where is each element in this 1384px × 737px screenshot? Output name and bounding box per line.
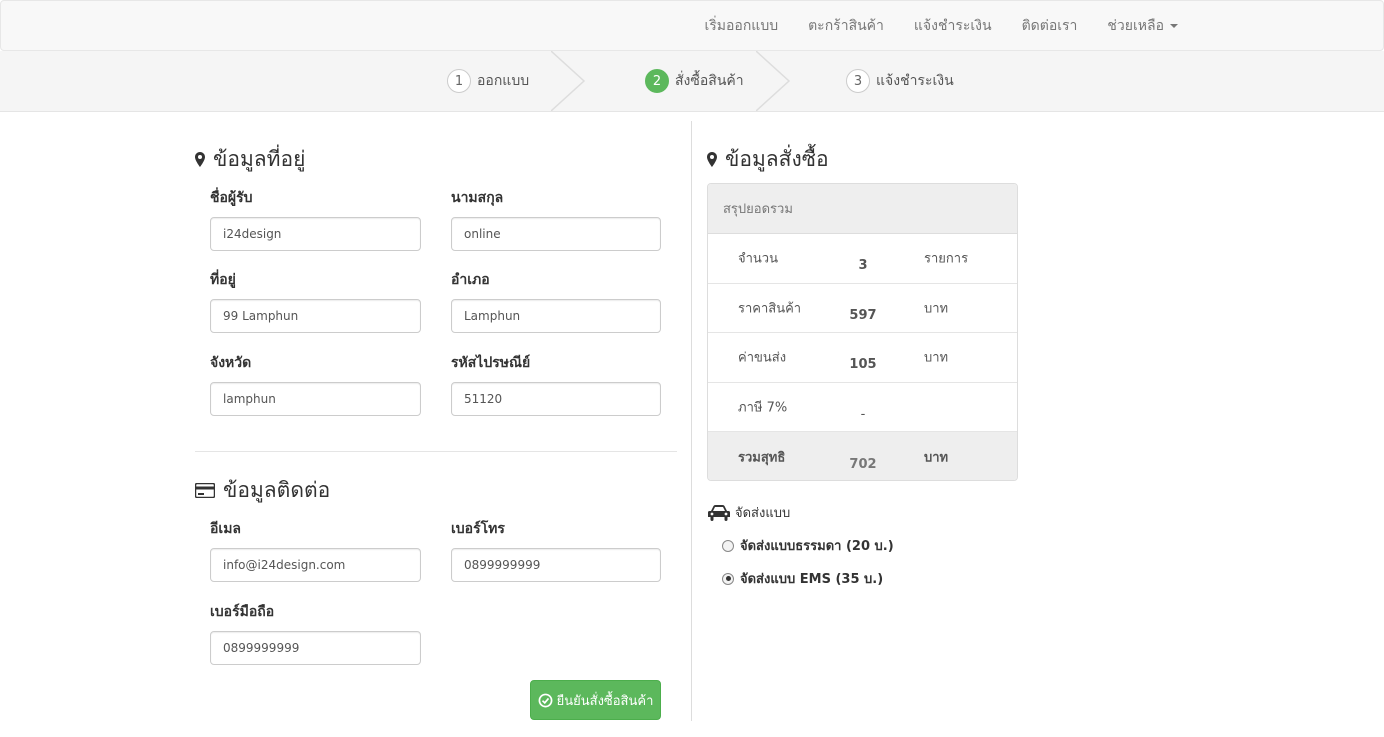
map-marker-icon xyxy=(707,152,717,167)
address-title-text: ข้อมูลที่อยู่ xyxy=(213,147,306,171)
contact-section-title: ข้อมูลติดต่อ xyxy=(195,474,330,507)
car-icon xyxy=(708,504,730,521)
checkout-steps: 1 ออกแบบ 2 สั่งซื้อสินค้า 3 แจ้งชำระเงิน xyxy=(0,51,1384,112)
radio-button[interactable] xyxy=(722,572,734,585)
row-label: จำนวน xyxy=(738,251,778,267)
step-number: 1 xyxy=(447,69,471,93)
mobile-label: เบอร์มือถือ xyxy=(210,604,275,620)
step-number: 3 xyxy=(846,69,870,93)
step-payment[interactable]: 3 แจ้งชำระเงิน xyxy=(846,51,954,111)
nav-start-design[interactable]: เริ่มออกแบบ xyxy=(704,15,778,37)
row-value: 702 xyxy=(849,457,877,473)
nav-help-dropdown[interactable]: ช่วยเหลือ xyxy=(1107,15,1178,37)
confirm-button-label: ยืนยันสั่งซื้อสินค้า xyxy=(556,693,654,709)
row-value: 105 xyxy=(849,357,877,373)
nav-contact[interactable]: ติดต่อเรา xyxy=(1022,15,1078,37)
address-section-title: ข้อมูลที่อยู่ xyxy=(195,143,305,176)
summary-header: สรุปยอดรวม xyxy=(708,184,1017,234)
top-navbar: เริ่มออกแบบ ตะกร้าสินค้า แจ้งชำระเงิน ติ… xyxy=(0,0,1384,51)
row-label: รวมสุทธิ xyxy=(738,450,786,466)
first-name-field[interactable]: i24design xyxy=(210,217,421,251)
mobile-field[interactable]: 0899999999 xyxy=(210,631,421,665)
phone-label: เบอร์โทร xyxy=(451,521,505,537)
summary-row-total: รวมสุทธิ 702 บาท xyxy=(708,432,1017,480)
summary-row-quantity: จำนวน 3 รายการ xyxy=(708,234,1017,284)
step-separator-icon xyxy=(756,51,791,111)
row-value: 3 xyxy=(858,258,868,274)
row-unit: รายการ xyxy=(924,251,969,267)
province-field[interactable]: lamphun xyxy=(210,382,421,416)
column-divider xyxy=(691,121,692,721)
shipping-title-text: จัดส่งแบบ xyxy=(735,506,791,521)
row-label: ราคาสินค้า xyxy=(738,301,802,317)
last-name-field[interactable]: online xyxy=(451,217,661,251)
row-unit: บาท xyxy=(924,301,949,317)
map-marker-icon xyxy=(195,152,205,167)
nav-cart[interactable]: ตะกร้าสินค้า xyxy=(808,15,884,37)
district-field[interactable]: Lamphun xyxy=(451,299,661,333)
row-label: ค่าขนส่ง xyxy=(738,350,787,366)
order-title-text: ข้อมูลสั่งซื้อ xyxy=(725,147,829,171)
summary-row-vat: ภาษี 7% - xyxy=(708,383,1017,433)
step-design[interactable]: 1 ออกแบบ xyxy=(447,51,529,111)
step-number: 2 xyxy=(645,69,669,93)
row-value: - xyxy=(860,407,866,423)
address-label: ที่อยู่ xyxy=(210,272,236,288)
phone-field[interactable]: 0899999999 xyxy=(451,548,661,582)
order-section-title: ข้อมูลสั่งซื้อ xyxy=(707,143,829,176)
last-name-label: นามสกุล xyxy=(451,190,504,206)
shipping-option-label: จัดส่งแบบธรรมดา (20 บ.) xyxy=(740,539,894,554)
section-divider xyxy=(195,451,677,452)
shipping-title: จัดส่งแบบ xyxy=(707,502,790,523)
summary-row-shipping: ค่าขนส่ง 105 บาท xyxy=(708,333,1017,383)
nav-links: เริ่มออกแบบ ตะกร้าสินค้า แจ้งชำระเงิน ติ… xyxy=(674,1,1178,50)
email-field[interactable]: info@i24design.com xyxy=(210,548,421,582)
shipping-option-label: จัดส่งแบบ EMS (35 บ.) xyxy=(740,572,884,587)
step-separator-icon xyxy=(551,51,586,111)
postcode-label: รหัสไปรษณีย์ xyxy=(451,355,531,371)
step-label: สั่งซื้อสินค้า xyxy=(675,73,744,89)
nav-payment[interactable]: แจ้งชำระเงิน xyxy=(914,15,992,37)
step-order[interactable]: 2 สั่งซื้อสินค้า xyxy=(645,51,744,111)
check-circle-icon xyxy=(538,693,553,707)
address-field[interactable]: 99 Lamphun xyxy=(210,299,421,333)
credit-card-icon xyxy=(195,483,215,498)
row-label: ภาษี 7% xyxy=(738,400,788,416)
shipping-option-ems[interactable]: จัดส่งแบบ EMS (35 บ.) xyxy=(722,568,883,589)
row-unit: บาท xyxy=(924,350,949,366)
row-unit: บาท xyxy=(924,450,949,466)
first-name-label: ชื่อผู้รับ xyxy=(210,190,253,206)
summary-row-price: ราคาสินค้า 597 บาท xyxy=(708,284,1017,334)
province-label: จังหวัด xyxy=(210,355,252,371)
order-summary-table: สรุปยอดรวม จำนวน 3 รายการ ราคาสินค้า 597… xyxy=(707,183,1018,481)
contact-title-text: ข้อมูลติดต่อ xyxy=(223,478,331,502)
radio-button[interactable] xyxy=(722,539,734,552)
email-label: อีเมล xyxy=(210,521,242,537)
step-label: ออกแบบ xyxy=(477,73,530,89)
nav-help-label: ช่วยเหลือ xyxy=(1107,17,1164,34)
shipping-option-normal[interactable]: จัดส่งแบบธรรมดา (20 บ.) xyxy=(722,535,894,556)
row-value: 597 xyxy=(849,307,877,323)
step-label: แจ้งชำระเงิน xyxy=(876,73,954,89)
postcode-field[interactable]: 51120 xyxy=(451,382,661,416)
caret-down-icon xyxy=(1170,23,1178,28)
confirm-order-button[interactable]: ยืนยันสั่งซื้อสินค้า xyxy=(530,680,661,720)
district-label: อำเภอ xyxy=(451,272,490,288)
